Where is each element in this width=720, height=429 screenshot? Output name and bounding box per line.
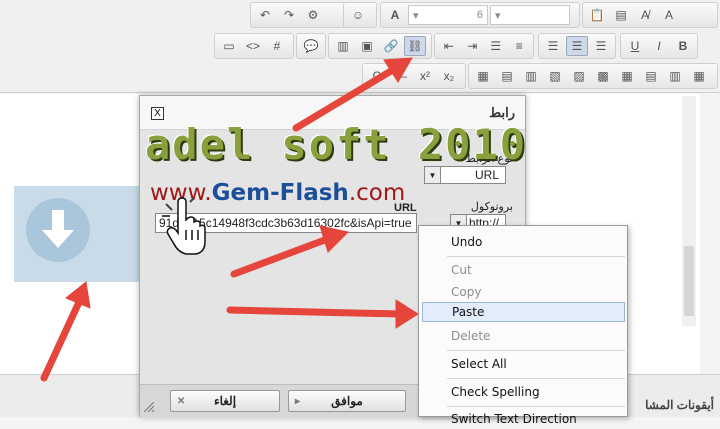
ok-button-label: موافق (331, 394, 363, 408)
chevron-down-icon: ▾ (495, 9, 501, 22)
table-icon[interactable]: ▦ (472, 66, 494, 86)
footer-section-label: أيقونات المشا (645, 398, 714, 412)
align-center-icon[interactable]: ☰ (566, 36, 588, 56)
superscript-icon[interactable]: x² (414, 66, 436, 86)
menu-item-paste[interactable]: Paste (422, 302, 625, 322)
horizontal-rule-icon[interactable]: — (390, 66, 412, 86)
indent-icon[interactable]: ⇥ (462, 36, 484, 56)
smiley-icon[interactable]: ☺ (347, 5, 369, 25)
editor-scrollbar[interactable] (682, 96, 696, 326)
font-color-icon[interactable]: A (384, 5, 406, 25)
font-name-select[interactable]: ▾ (490, 5, 570, 25)
toolbar-group-script: Ω — x² x₂ (362, 63, 466, 89)
toolbar-group-table: ▦ ▤ ▥ ▧ ▨ ▩ ▦ ▤ ▥ ▦ (468, 63, 718, 89)
cancel-button-label: إلغاء (213, 394, 237, 408)
align-left-icon[interactable]: ☰ (542, 36, 564, 56)
editor-toolbar: ↶ ↷ ⚙ ☺ A ▾ 6 ▾ 📋 ▤ A̸ A ▭ <> # 💬 ▥ ▣ 🔗 … (0, 0, 720, 93)
toolbar-group-insert: ▥ ▣ 🔗 ⛓ (328, 33, 432, 59)
table-split-icon[interactable]: ▩ (592, 66, 614, 86)
menu-item-copy[interactable]: Copy (422, 282, 625, 302)
media-icon[interactable]: ▥ (332, 36, 354, 56)
font-size-select[interactable]: ▾ 6 (408, 5, 488, 25)
text-style-icon[interactable]: A (658, 5, 680, 25)
download-banner-image (14, 186, 144, 282)
cancel-x-icon: ✕ (177, 395, 186, 407)
menu-separator (447, 378, 625, 379)
unlink-icon[interactable]: ⛓ (404, 36, 426, 56)
toolbar-group-align: ☰ ☰ ☰ (538, 33, 616, 59)
toolbar-group-emoticon: ☺ (343, 2, 377, 28)
watermark-title: adel soft 2010 (145, 120, 528, 169)
underline-icon[interactable]: U (624, 36, 646, 56)
outdent-icon[interactable]: ⇤ (438, 36, 460, 56)
download-arrow-icon (42, 210, 74, 248)
table-delete-icon[interactable]: ▦ (616, 66, 638, 86)
hash-icon[interactable]: # (266, 36, 288, 56)
scrollbar-thumb[interactable] (684, 246, 694, 316)
watermark-site-name: Gem-Flash (211, 180, 349, 206)
table-border-icon[interactable]: ▥ (664, 66, 686, 86)
resize-grip-icon[interactable] (144, 402, 154, 412)
spellcheck-icon[interactable]: ⚙ (302, 5, 324, 25)
special-char-icon[interactable]: Ω (366, 66, 388, 86)
close-button[interactable]: X (151, 107, 164, 120)
hand-cursor-icon (162, 197, 206, 255)
menu-item-check-spelling[interactable]: Check Spelling (422, 382, 625, 402)
table-fill-icon[interactable]: ▦ (688, 66, 710, 86)
ok-button[interactable]: ▸ موافق (288, 390, 406, 412)
dialog-title: رابط (489, 105, 515, 120)
menu-separator (447, 350, 625, 351)
table-col-icon[interactable]: ▥ (520, 66, 542, 86)
context-menu: Undo Cut Copy Paste Delete Select All Ch… (418, 225, 628, 426)
align-right-icon[interactable]: ☰ (590, 36, 612, 56)
ok-arrow-icon: ▸ (295, 395, 301, 407)
toolbar-group-fontsize: A ▾ 6 ▾ (380, 2, 580, 28)
numbered-list-icon[interactable]: ≡ (509, 36, 531, 56)
table-merge-icon[interactable]: ▨ (568, 66, 590, 86)
bold-icon[interactable]: B (672, 36, 694, 56)
link-type-value: URL (474, 168, 499, 182)
php-icon[interactable]: ▭ (218, 36, 240, 56)
cancel-button[interactable]: ✕ إلغاء (170, 390, 280, 412)
chevron-down-icon: ▾ (413, 9, 419, 22)
protocol-label: بروتوكول (470, 201, 513, 213)
redo-icon[interactable]: ↷ (278, 5, 300, 25)
remove-format-icon[interactable]: A̸ (634, 5, 656, 25)
menu-item-switch-direction[interactable]: Switch Text Direction (422, 409, 625, 429)
menu-separator (447, 256, 625, 257)
font-size-value: 6 (476, 9, 483, 21)
paste-icon[interactable]: 📋 (586, 5, 608, 25)
toolbar-group-format: U I B (620, 33, 698, 59)
link-icon[interactable]: 🔗 (380, 36, 402, 56)
table-cell-icon[interactable]: ▧ (544, 66, 566, 86)
subscript-icon[interactable]: x₂ (438, 66, 460, 86)
table-props-icon[interactable]: ▤ (640, 66, 662, 86)
menu-separator (447, 406, 625, 407)
watermark-site-suffix: .com (348, 180, 406, 206)
toolbar-group-code: ▭ <> # (214, 33, 294, 59)
menu-item-undo[interactable]: Undo (422, 232, 625, 252)
undo-icon[interactable]: ↶ (254, 5, 276, 25)
code-icon[interactable]: <> (242, 36, 264, 56)
image-icon[interactable]: ▣ (356, 36, 378, 56)
bullet-list-icon[interactable]: ☰ (485, 36, 507, 56)
menu-item-delete[interactable]: Delete (422, 326, 625, 346)
chevron-down-icon: ▼ (425, 167, 441, 183)
toolbar-group-font: ↶ ↷ ⚙ (250, 2, 354, 28)
quote-icon[interactable]: 💬 (300, 36, 322, 56)
toolbar-group-paste: 📋 ▤ A̸ A (582, 2, 718, 28)
table-row-icon[interactable]: ▤ (496, 66, 518, 86)
menu-item-cut[interactable]: Cut (422, 260, 625, 280)
toolbar-group-lists: ⇤ ⇥ ☰ ≡ (434, 33, 534, 59)
toolbar-group-quote: 💬 (296, 33, 326, 59)
menu-item-select-all[interactable]: Select All (422, 354, 625, 374)
italic-icon[interactable]: I (648, 36, 670, 56)
paste-word-icon[interactable]: ▤ (610, 5, 632, 25)
